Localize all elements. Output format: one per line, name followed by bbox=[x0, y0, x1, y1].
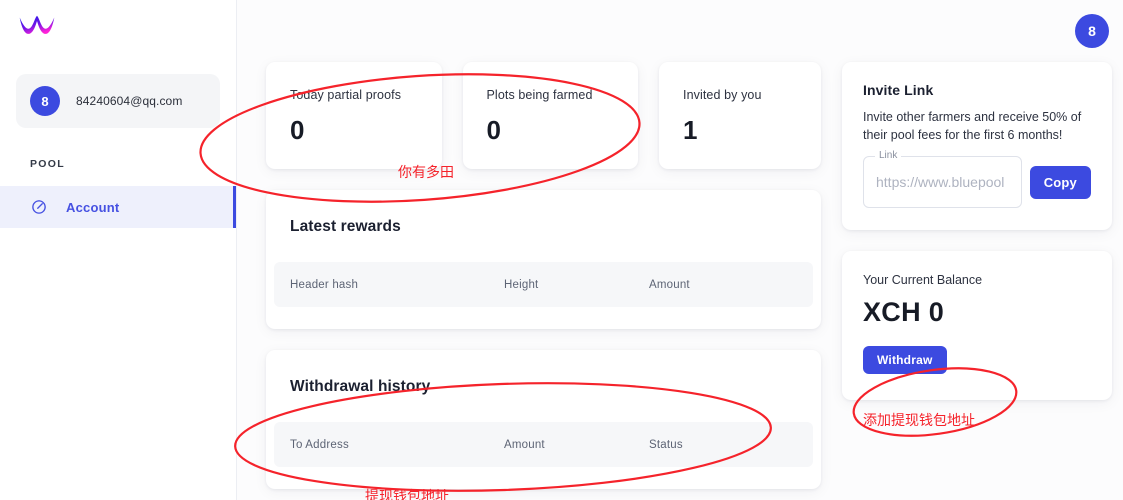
topbar: 8 bbox=[237, 0, 1123, 62]
stat-title: Invited by you bbox=[683, 88, 821, 102]
sidebar-item-account[interactable]: Account bbox=[0, 186, 236, 228]
sidebar-section-label: POOL bbox=[30, 158, 236, 170]
right-column: Invite Link Invite other farmers and rec… bbox=[842, 62, 1112, 489]
avatar: 8 bbox=[30, 86, 60, 116]
invite-link-row: Link Copy bbox=[863, 156, 1091, 208]
bluepool-logo bbox=[18, 14, 56, 40]
balance-label: Your Current Balance bbox=[863, 273, 1091, 287]
balance-value: XCH 0 bbox=[863, 297, 1091, 328]
stat-card-plots-being-farmed: Plots being farmed 0 bbox=[463, 62, 639, 169]
balance-card: Your Current Balance XCH 0 Withdraw bbox=[842, 251, 1112, 400]
table-header-row: Header hash Height Amount bbox=[274, 262, 813, 307]
stat-value: 1 bbox=[683, 115, 821, 146]
invite-link-field: Link bbox=[863, 156, 1022, 208]
panel-title: Withdrawal history bbox=[266, 350, 821, 422]
withdraw-button[interactable]: Withdraw bbox=[863, 346, 947, 374]
table-empty-body bbox=[266, 467, 821, 489]
column-header-header-hash: Header hash bbox=[274, 279, 504, 291]
panel-title: Latest rewards bbox=[266, 190, 821, 262]
withdrawal-history-panel: Withdrawal history To Address Amount Sta… bbox=[266, 350, 821, 489]
invite-link-card: Invite Link Invite other farmers and rec… bbox=[842, 62, 1112, 230]
main-content: 8 Today partial proofs 0 Plots being far… bbox=[237, 0, 1123, 500]
column-header-height: Height bbox=[504, 279, 649, 291]
invite-link-title: Invite Link bbox=[863, 82, 1091, 98]
stat-card-invited-by-you: Invited by you 1 bbox=[659, 62, 821, 169]
sidebar: 8 84240604@qq.com POOL Account bbox=[0, 0, 237, 500]
invite-link-description: Invite other farmers and receive 50% of … bbox=[863, 109, 1091, 145]
left-column: Today partial proofs 0 Plots being farme… bbox=[266, 62, 821, 489]
table-empty-body bbox=[266, 307, 821, 329]
invite-link-input[interactable] bbox=[864, 157, 1021, 207]
active-indicator bbox=[233, 186, 236, 228]
column-header-status: Status bbox=[649, 439, 799, 451]
stat-title: Today partial proofs bbox=[290, 88, 442, 102]
stat-title: Plots being farmed bbox=[487, 88, 639, 102]
content-columns: Today partial proofs 0 Plots being farme… bbox=[237, 62, 1123, 489]
stat-value: 0 bbox=[487, 115, 639, 146]
latest-rewards-panel: Latest rewards Header hash Height Amount bbox=[266, 190, 821, 329]
logo-container[interactable] bbox=[0, 0, 236, 62]
column-header-amount: Amount bbox=[649, 279, 799, 291]
sidebar-user-card[interactable]: 8 84240604@qq.com bbox=[16, 74, 220, 128]
table-header-row: To Address Amount Status bbox=[274, 422, 813, 467]
topbar-avatar[interactable]: 8 bbox=[1075, 14, 1109, 48]
user-email: 84240604@qq.com bbox=[76, 94, 182, 108]
app-root: 8 84240604@qq.com POOL Account 8 Today bbox=[0, 0, 1123, 500]
invite-link-field-label: Link bbox=[875, 150, 901, 161]
stat-value: 0 bbox=[290, 115, 442, 146]
column-header-to-address: To Address bbox=[274, 439, 504, 451]
gauge-icon bbox=[30, 198, 48, 216]
sidebar-item-label: Account bbox=[66, 200, 119, 215]
stat-card-row: Today partial proofs 0 Plots being farme… bbox=[266, 62, 821, 169]
copy-button[interactable]: Copy bbox=[1030, 166, 1091, 199]
stat-card-today-partial-proofs: Today partial proofs 0 bbox=[266, 62, 442, 169]
column-header-amount: Amount bbox=[504, 439, 649, 451]
